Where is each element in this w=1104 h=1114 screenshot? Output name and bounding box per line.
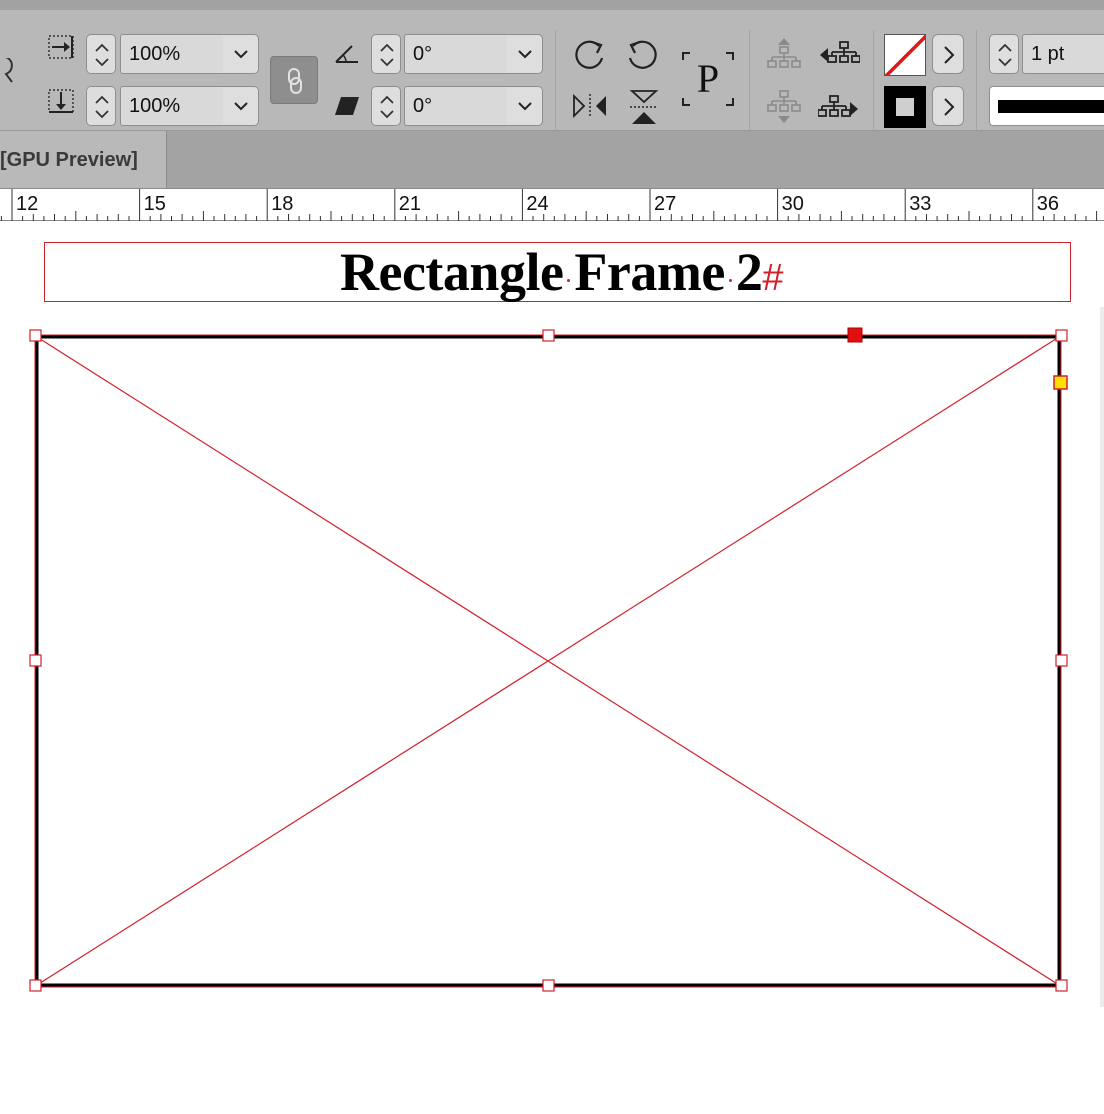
live-corner-widget[interactable]	[1053, 375, 1068, 390]
ruler-label: 30	[782, 193, 804, 215]
document-tab[interactable]: [GPU Preview]	[0, 131, 167, 188]
toolbar-divider	[749, 30, 750, 130]
pasteboard-edge	[1100, 307, 1104, 1007]
fill-swatch-menu-button[interactable]	[932, 34, 964, 74]
constrain-proportions-button[interactable]	[270, 56, 318, 104]
flip-vertical-icon[interactable]	[626, 88, 662, 126]
select-content-icon[interactable]	[766, 88, 802, 128]
scale-y-input[interactable]: 100%	[120, 86, 224, 126]
ruler-label: 12	[16, 193, 38, 215]
handle-bottom-right[interactable]	[1055, 979, 1068, 992]
scale-x-dropdown-button[interactable]	[223, 34, 259, 74]
scale-x-stepper[interactable]	[86, 34, 116, 74]
control-panel: 100% 100% 0° 0° P 1 pt	[0, 0, 1104, 131]
ruler-label: 24	[526, 193, 548, 215]
toolbar-divider	[976, 30, 977, 130]
rotate-angle-icon	[332, 40, 362, 71]
reference-point-button[interactable]: P	[680, 50, 736, 108]
handle-middle-right[interactable]	[1055, 654, 1068, 667]
shear-icon	[332, 94, 362, 123]
link-icon	[284, 67, 306, 100]
rotation-stepper[interactable]	[371, 34, 401, 74]
document-tab-label: [GPU Preview]	[0, 149, 138, 171]
scale-x-input[interactable]: 100%	[120, 34, 224, 74]
document-canvas[interactable]: Rectangle Frame 2#	[0, 221, 1104, 1114]
horizontal-ruler[interactable]: 12 15 18 21 24 27 30 33 36	[0, 188, 1104, 221]
stroke-type-preview	[998, 100, 1104, 113]
rectangle-frame-placeholder[interactable]	[0, 221, 1104, 1114]
rotation-dropdown-button[interactable]	[507, 34, 543, 74]
rotate-clockwise-icon[interactable]	[570, 36, 608, 74]
toolbar-divider	[873, 30, 874, 130]
ruler-label: 27	[654, 193, 676, 215]
out-port-marker[interactable]	[847, 327, 863, 343]
handle-bottom-center[interactable]	[542, 979, 555, 992]
scale-y-dropdown-button[interactable]	[223, 86, 259, 126]
shear-stepper[interactable]	[371, 86, 401, 126]
ruler-label: 33	[909, 193, 931, 215]
ruler-label: 15	[144, 193, 166, 215]
stroke-weight-input[interactable]: 1 pt	[1022, 34, 1104, 74]
stroke-weight-stepper[interactable]	[989, 34, 1019, 74]
stroke-swatch-menu-button[interactable]	[932, 86, 964, 126]
fill-none-icon	[885, 35, 925, 75]
flip-horizontal-icon[interactable]	[570, 90, 610, 122]
stroke-type-dropdown[interactable]	[989, 86, 1104, 126]
scale-x-icon	[46, 32, 76, 67]
ruler-label: 21	[399, 193, 421, 215]
toolbar-divider	[555, 30, 556, 130]
svg-text:P: P	[697, 56, 719, 101]
handle-top-center[interactable]	[542, 329, 555, 342]
handle-middle-left[interactable]	[29, 654, 42, 667]
shear-dropdown-button[interactable]	[507, 86, 543, 126]
shear-angle-input[interactable]: 0°	[404, 86, 508, 126]
select-previous-object-icon[interactable]	[818, 38, 860, 72]
ruler-label: 18	[271, 193, 293, 215]
magnifier-icon[interactable]	[0, 58, 14, 86]
scale-y-stepper[interactable]	[86, 86, 116, 126]
select-container-icon[interactable]	[766, 36, 802, 72]
document-tab-bar: [GPU Preview]	[0, 131, 1104, 188]
handle-top-left[interactable]	[29, 329, 42, 342]
rotate-counterclockwise-icon[interactable]	[624, 36, 662, 74]
stroke-swatch-inner	[896, 98, 914, 116]
ruler-ticks: 12 15 18 21 24 27 30 33 36	[0, 189, 1098, 221]
handle-bottom-left[interactable]	[29, 979, 42, 992]
rotation-angle-input[interactable]: 0°	[404, 34, 508, 74]
fill-swatch[interactable]	[884, 34, 926, 76]
ruler-label: 36	[1037, 193, 1059, 215]
stroke-swatch[interactable]	[884, 86, 926, 128]
select-next-object-icon[interactable]	[818, 92, 860, 126]
scale-y-icon	[46, 84, 76, 121]
handle-top-right[interactable]	[1055, 329, 1068, 342]
